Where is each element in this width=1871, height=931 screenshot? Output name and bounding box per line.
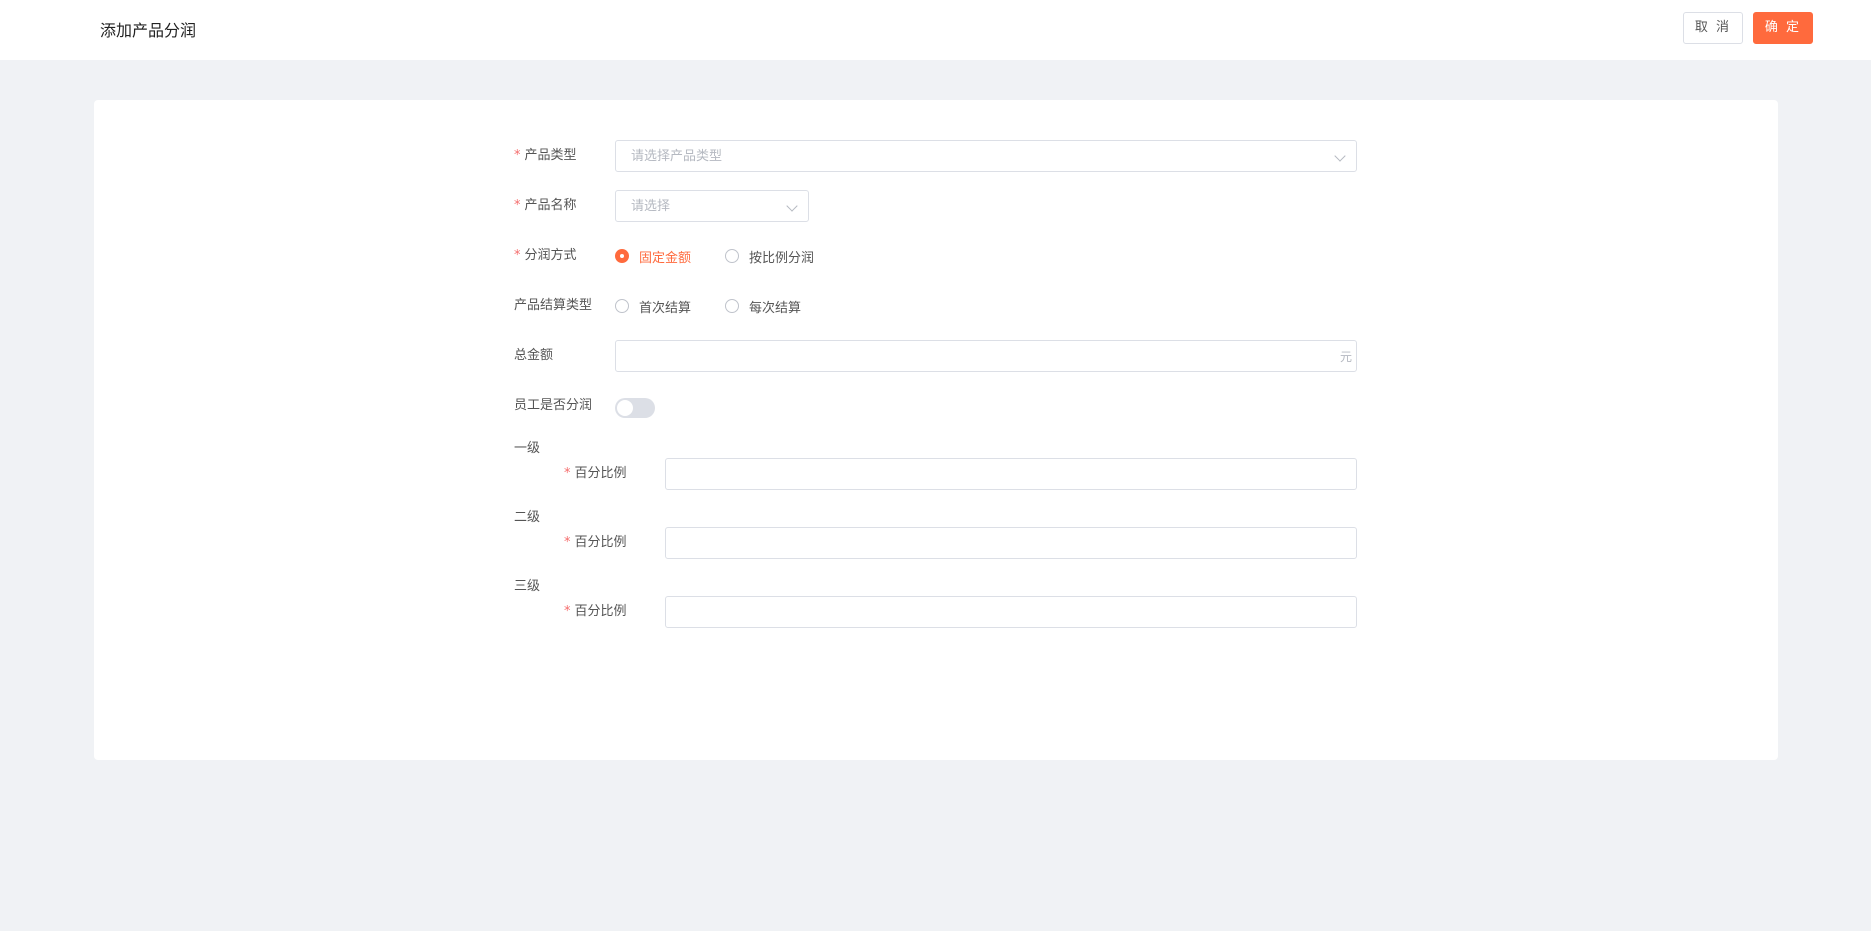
level-3-percent-label: * 百分比例 <box>564 604 627 619</box>
radio-proportional-share[interactable]: 按比例分润 <box>725 246 814 266</box>
required-mark: * <box>564 604 571 619</box>
level-1-percent-input[interactable] <box>665 458 1357 490</box>
product-name-label: * 产品名称 <box>514 198 577 213</box>
form-card: * 产品类型 请选择产品类型 * 产品名称 请选择 * 分润方式 固定金额 按比例分润… <box>94 100 1778 760</box>
radio-fixed-amount[interactable]: 固定金额 <box>615 246 691 266</box>
employee-share-switch[interactable] <box>615 398 655 418</box>
required-mark: * <box>564 466 571 481</box>
chevron-down-icon <box>1334 150 1346 162</box>
product-type-select[interactable]: 请选择产品类型 <box>615 140 1357 172</box>
level-1-percent-label: * 百分比例 <box>564 466 627 481</box>
chevron-down-icon <box>786 200 798 212</box>
level-3-percent-input[interactable] <box>665 596 1357 628</box>
cancel-button[interactable]: 取 消 <box>1683 12 1743 44</box>
total-amount-input[interactable]: 元 <box>615 340 1357 372</box>
total-amount-label: 总金额 <box>514 348 554 363</box>
required-mark: * <box>514 198 521 213</box>
radio-unchecked-icon <box>615 299 629 313</box>
radio-unchecked-icon <box>725 299 739 313</box>
confirm-button[interactable]: 确 定 <box>1753 12 1813 44</box>
switch-knob <box>617 400 633 416</box>
level-2-percent-input[interactable] <box>665 527 1357 559</box>
currency-suffix: 元 <box>1339 350 1352 364</box>
required-mark: * <box>514 248 521 263</box>
level-2-percent-label: * 百分比例 <box>564 535 627 550</box>
settlement-type-label: 产品结算类型 <box>514 298 593 313</box>
required-mark: * <box>564 535 571 550</box>
radio-first-settlement[interactable]: 首次结算 <box>615 296 691 316</box>
level-3-title: 三级 <box>514 579 541 594</box>
employee-share-label: 员工是否分润 <box>514 398 593 413</box>
share-method-label: * 分润方式 <box>514 248 577 263</box>
product-name-select[interactable]: 请选择 <box>615 190 809 222</box>
top-bar: 添加产品分润 取 消 确 定 <box>0 0 1871 60</box>
level-1-title: 一级 <box>514 441 541 456</box>
product-name-placeholder: 请选择 <box>631 199 671 214</box>
product-type-label: * 产品类型 <box>514 148 577 163</box>
product-type-placeholder: 请选择产品类型 <box>631 149 723 164</box>
page-title: 添加产品分润 <box>100 21 197 40</box>
required-mark: * <box>514 148 521 163</box>
radio-every-settlement[interactable]: 每次结算 <box>725 296 801 316</box>
radio-unchecked-icon <box>725 249 739 263</box>
radio-checked-icon <box>615 249 629 263</box>
level-2-title: 二级 <box>514 510 541 525</box>
